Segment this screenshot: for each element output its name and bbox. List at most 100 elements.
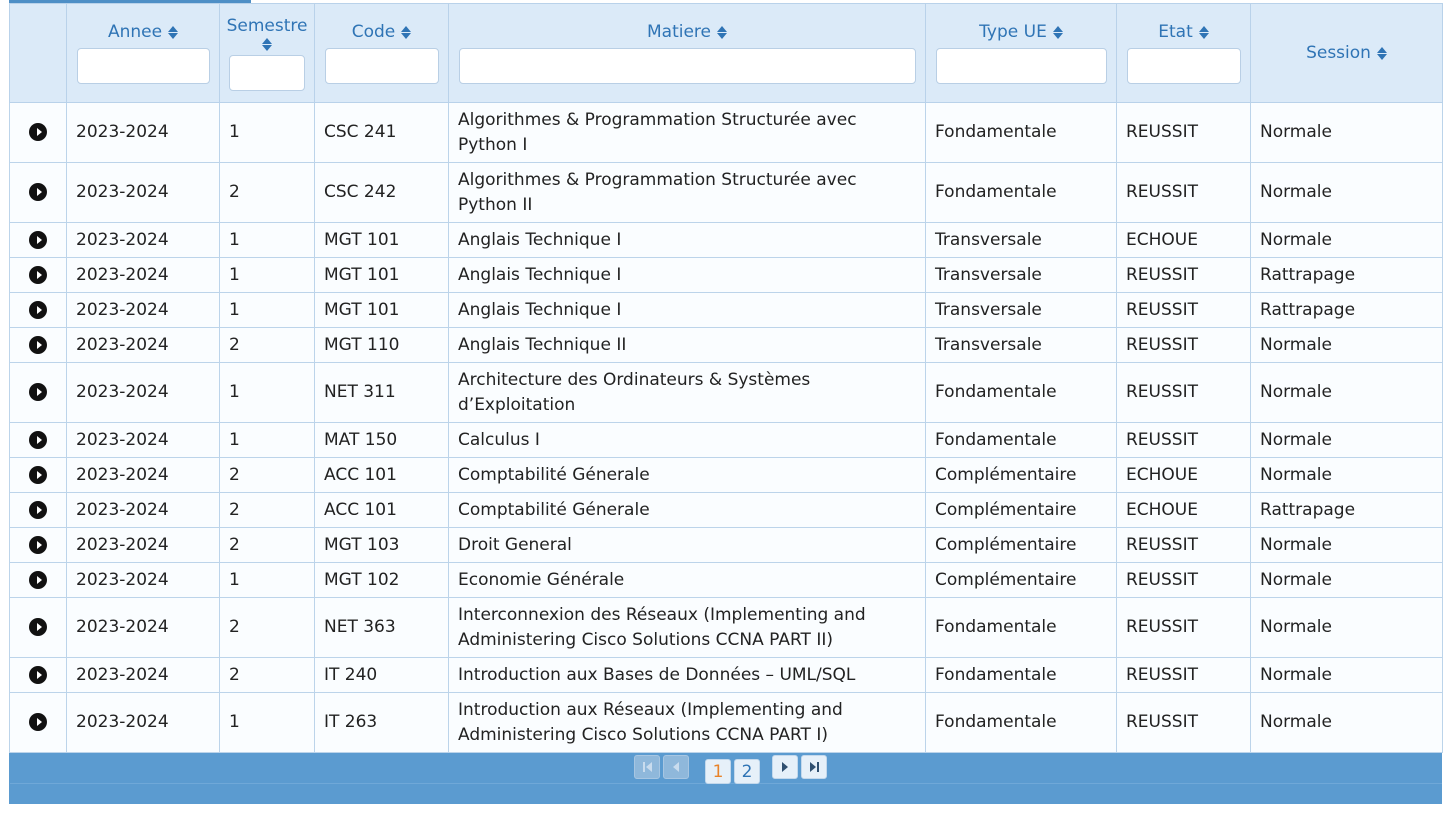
row-expand-icon[interactable] bbox=[29, 535, 47, 554]
column-header-etat[interactable]: Etat bbox=[1116, 3, 1251, 103]
sort-icon[interactable] bbox=[401, 25, 412, 39]
column-label: Type UE bbox=[979, 22, 1047, 42]
first-page-button[interactable] bbox=[634, 755, 660, 779]
column-header-matiere[interactable]: Matiere bbox=[448, 3, 926, 103]
cell-semestre: 1 bbox=[219, 257, 315, 293]
table-row: 2023-2024 2 MGT 110 Anglais Technique II… bbox=[9, 327, 1443, 363]
table-row: 2023-2024 2 CSC 242 Algorithmes & Progra… bbox=[9, 162, 1443, 223]
page-button-2[interactable]: 2 bbox=[734, 759, 760, 784]
cell-annee: 2023-2024 bbox=[66, 562, 220, 598]
row-expand-icon[interactable] bbox=[29, 183, 47, 201]
expander-cell[interactable] bbox=[9, 562, 67, 598]
filter-input-type-ue[interactable] bbox=[935, 48, 1107, 84]
column-header-session[interactable]: Session bbox=[1250, 3, 1443, 103]
cell-matiere: Comptabilité Génerale bbox=[448, 457, 926, 493]
cell-session: Normale bbox=[1250, 102, 1443, 163]
cell-type-ue: Complémentaire bbox=[925, 527, 1117, 563]
sort-icon[interactable] bbox=[1376, 46, 1387, 60]
cell-type-ue: Complémentaire bbox=[925, 457, 1117, 493]
paginator: 1 2 bbox=[9, 753, 1442, 804]
cell-matiere: Droit General bbox=[448, 527, 926, 563]
table-row: 2023-2024 2 IT 240 Introduction aux Base… bbox=[9, 657, 1443, 693]
sort-icon[interactable] bbox=[1052, 25, 1063, 39]
cell-session: Rattrapage bbox=[1250, 257, 1443, 293]
cell-matiere: Algorithmes & Programmation Structurée a… bbox=[448, 162, 926, 223]
cell-type-ue: Transversale bbox=[925, 222, 1117, 258]
cell-etat: REUSSIT bbox=[1116, 657, 1251, 693]
cell-matiere: Comptabilité Génerale bbox=[448, 492, 926, 528]
expander-cell[interactable] bbox=[9, 257, 67, 293]
sort-icon[interactable] bbox=[168, 25, 179, 39]
row-expand-icon[interactable] bbox=[29, 300, 47, 319]
cell-annee: 2023-2024 bbox=[66, 362, 220, 423]
column-label: Code bbox=[351, 22, 396, 42]
filter-input-annee[interactable] bbox=[76, 48, 210, 84]
row-expand-icon[interactable] bbox=[29, 465, 47, 484]
cell-code: MGT 101 bbox=[314, 222, 449, 258]
expander-cell[interactable] bbox=[9, 362, 67, 423]
cell-type-ue: Fondamentale bbox=[925, 362, 1117, 423]
row-expand-icon[interactable] bbox=[29, 123, 47, 141]
expander-cell[interactable] bbox=[9, 597, 67, 658]
cell-code: CSC 242 bbox=[314, 162, 449, 223]
row-expand-icon[interactable] bbox=[29, 570, 47, 589]
row-expand-icon[interactable] bbox=[29, 230, 47, 249]
expander-cell[interactable] bbox=[9, 222, 67, 258]
filter-input-matiere[interactable] bbox=[458, 48, 916, 84]
filter-input-etat[interactable] bbox=[1126, 48, 1241, 84]
filter-input-semestre[interactable] bbox=[229, 54, 305, 91]
cell-etat: REUSSIT bbox=[1116, 527, 1251, 563]
expander-cell[interactable] bbox=[9, 692, 67, 753]
expander-cell[interactable] bbox=[9, 527, 67, 563]
sort-icon[interactable] bbox=[717, 25, 727, 39]
cell-etat: REUSSIT bbox=[1116, 562, 1251, 598]
cell-semestre: 1 bbox=[219, 562, 315, 598]
cell-matiere: Economie Générale bbox=[448, 562, 926, 598]
cell-session: Normale bbox=[1250, 457, 1443, 493]
column-header-type-ue[interactable]: Type UE bbox=[925, 3, 1117, 103]
cell-code: MGT 110 bbox=[314, 327, 449, 363]
cell-etat: REUSSIT bbox=[1116, 422, 1251, 458]
row-expand-icon[interactable] bbox=[29, 618, 47, 636]
column-header-code[interactable]: Code bbox=[314, 3, 449, 103]
expander-cell[interactable] bbox=[9, 327, 67, 363]
filter-input-code[interactable] bbox=[324, 48, 439, 84]
cell-session: Rattrapage bbox=[1250, 292, 1443, 328]
cell-etat: REUSSIT bbox=[1116, 692, 1251, 753]
row-expand-icon[interactable] bbox=[29, 665, 47, 684]
row-expand-icon[interactable] bbox=[29, 265, 47, 284]
cell-annee: 2023-2024 bbox=[66, 257, 220, 293]
cell-code: ACC 101 bbox=[314, 457, 449, 493]
paginator-controls: 1 2 bbox=[634, 755, 827, 784]
sort-icon[interactable] bbox=[262, 37, 272, 51]
sort-icon[interactable] bbox=[1198, 25, 1209, 39]
cell-type-ue: Complémentaire bbox=[925, 492, 1117, 528]
cell-session: Normale bbox=[1250, 422, 1443, 458]
row-expand-icon[interactable] bbox=[29, 713, 47, 731]
expander-cell[interactable] bbox=[9, 102, 67, 163]
header-row: Annee Semestre Code Matiere Type UE Etat… bbox=[9, 3, 1443, 103]
column-header-semestre[interactable]: Semestre bbox=[219, 3, 315, 103]
table-row: 2023-2024 1 MGT 102 Economie Générale Co… bbox=[9, 562, 1443, 598]
expander-cell[interactable] bbox=[9, 492, 67, 528]
next-page-button[interactable] bbox=[772, 755, 798, 779]
row-expand-icon[interactable] bbox=[29, 430, 47, 449]
page-button-1[interactable]: 1 bbox=[705, 759, 731, 784]
row-expand-icon[interactable] bbox=[29, 500, 47, 519]
column-header-annee[interactable]: Annee bbox=[66, 3, 220, 103]
row-expand-icon[interactable] bbox=[29, 335, 47, 354]
row-expand-icon[interactable] bbox=[29, 383, 47, 401]
cell-code: MGT 102 bbox=[314, 562, 449, 598]
expander-cell[interactable] bbox=[9, 162, 67, 223]
expander-cell[interactable] bbox=[9, 422, 67, 458]
expander-cell[interactable] bbox=[9, 457, 67, 493]
cell-code: NET 363 bbox=[314, 597, 449, 658]
last-page-button[interactable] bbox=[801, 755, 827, 779]
expander-cell[interactable] bbox=[9, 657, 67, 693]
cell-matiere: Interconnexion des Réseaux (Implementing… bbox=[448, 597, 926, 658]
previous-page-button[interactable] bbox=[663, 755, 689, 779]
table-row: 2023-2024 1 MGT 101 Anglais Technique I … bbox=[9, 257, 1443, 293]
cell-annee: 2023-2024 bbox=[66, 292, 220, 328]
cell-etat: REUSSIT bbox=[1116, 292, 1251, 328]
expander-cell[interactable] bbox=[9, 292, 67, 328]
